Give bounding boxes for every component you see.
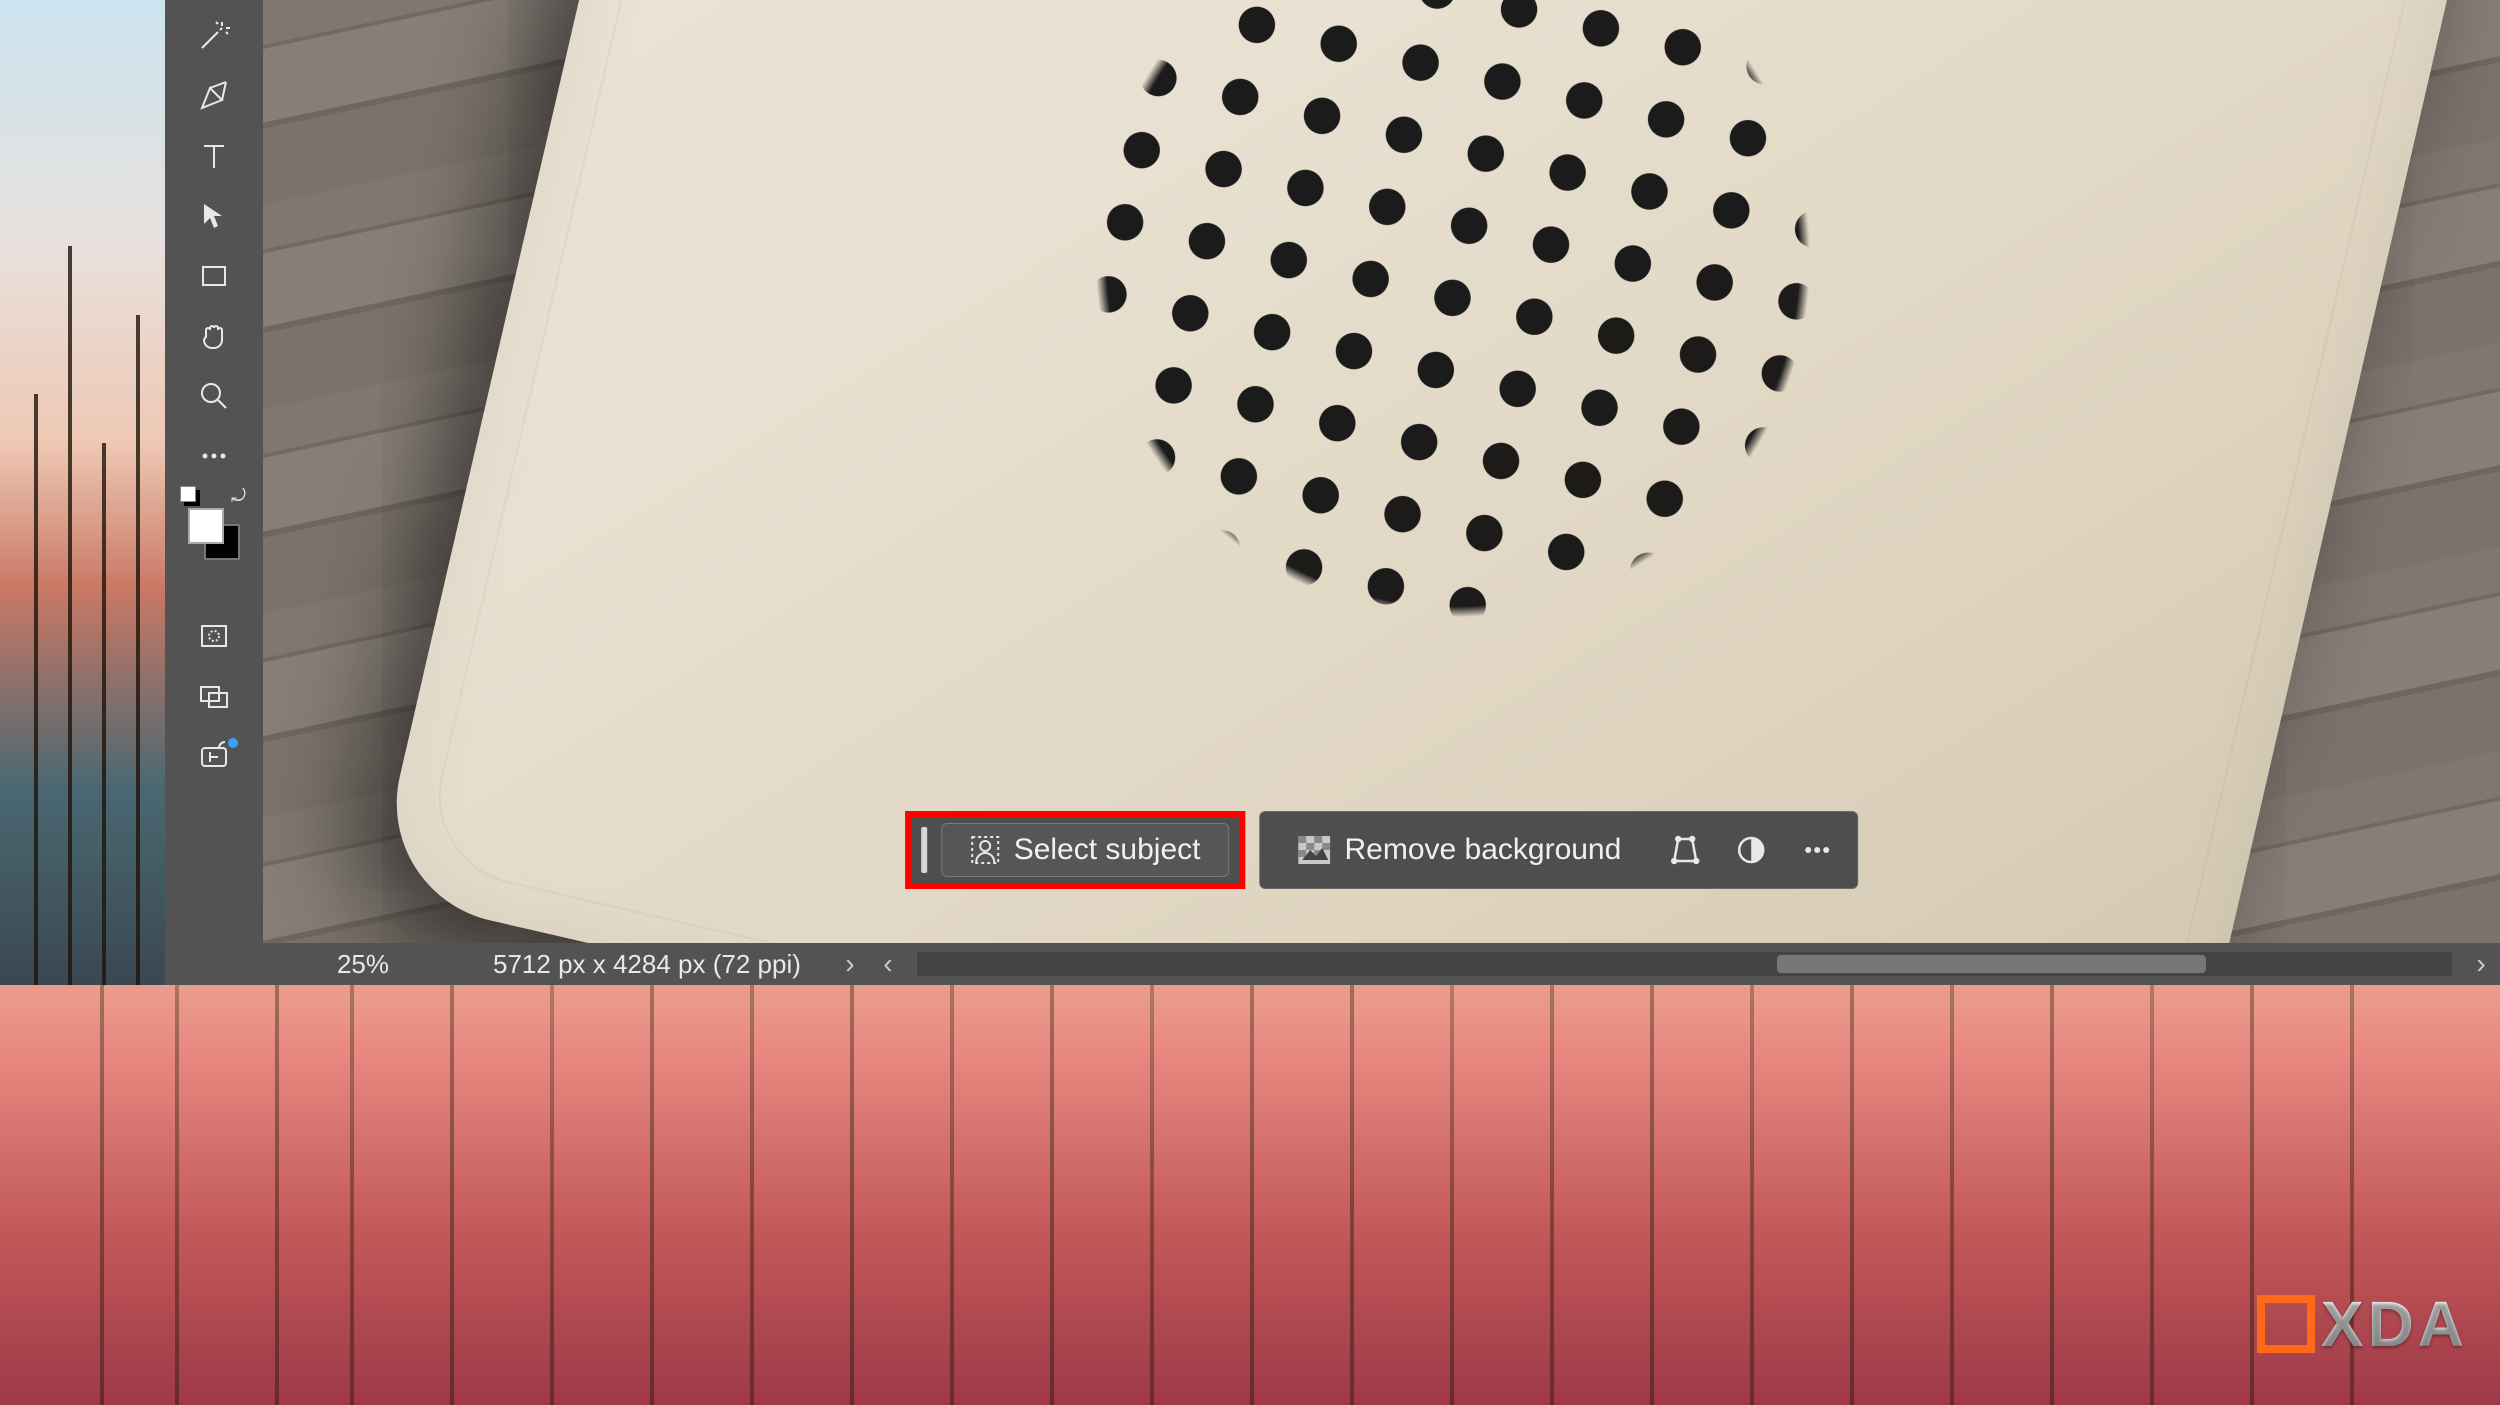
- color-swatch[interactable]: ⤾: [184, 504, 244, 564]
- notification-dot-icon: [228, 738, 238, 748]
- zoom-level[interactable]: 25%: [263, 949, 463, 980]
- quick-mask-tool[interactable]: [184, 614, 244, 658]
- edit-toolbar-button[interactable]: [184, 434, 244, 478]
- watermark: XDA: [2257, 1287, 2468, 1361]
- adjustment-button[interactable]: [1721, 820, 1781, 880]
- document-dimensions[interactable]: 5712 px x 4284 px (72 ppi): [463, 949, 831, 980]
- type-tool[interactable]: [184, 134, 244, 178]
- more-options-button[interactable]: [1787, 820, 1847, 880]
- select-subject-highlight: Select subject: [905, 811, 1246, 889]
- magic-wand-tool[interactable]: [184, 14, 244, 58]
- photo-subject: [373, 0, 2500, 943]
- status-bar: 25% 5712 px x 4284 px (72 ppi) › ‹ ›: [263, 943, 2500, 985]
- rectangle-tool[interactable]: [184, 254, 244, 298]
- canvas-area: Select subject Remove background: [263, 0, 2500, 985]
- screen-mode-tool[interactable]: [184, 674, 244, 718]
- select-subject-label: Select subject: [1014, 833, 1201, 867]
- hand-tool[interactable]: [184, 314, 244, 358]
- swap-colors-icon[interactable]: ⤾: [231, 486, 246, 507]
- desktop-wallpaper-left-strip: [0, 0, 170, 985]
- path-selection-tool[interactable]: [184, 194, 244, 238]
- frame-io-tool[interactable]: [184, 734, 244, 778]
- watermark-text: XDA: [2321, 1287, 2468, 1361]
- remove-background-label: Remove background: [1344, 833, 1621, 867]
- scroll-chevron-right-icon[interactable]: ›: [2462, 948, 2500, 980]
- remove-background-button[interactable]: Remove background: [1270, 833, 1649, 867]
- pen-tool[interactable]: [184, 74, 244, 118]
- scroll-chevron-left-icon[interactable]: ‹: [869, 948, 907, 980]
- select-subject-button[interactable]: Select subject: [941, 823, 1230, 877]
- foreground-color-swatch[interactable]: [188, 508, 224, 544]
- contextual-task-bar: Select subject Remove background: [905, 811, 1859, 889]
- document-canvas[interactable]: Select subject Remove background: [263, 0, 2500, 943]
- tool-panel: ⤾: [165, 0, 263, 985]
- contextual-bar-right-group: Remove background: [1259, 811, 1858, 889]
- zoom-tool[interactable]: [184, 374, 244, 418]
- info-chevron-right-icon[interactable]: ›: [831, 948, 869, 980]
- default-colors-icon[interactable]: [180, 486, 196, 502]
- photoshop-window: ⤾: [165, 0, 2500, 985]
- transform-button[interactable]: [1655, 820, 1715, 880]
- h-scrollbar-thumb[interactable]: [1777, 955, 2207, 973]
- watermark-logo-icon: [2257, 1295, 2315, 1353]
- h-scrollbar-track[interactable]: [917, 952, 2452, 976]
- drag-handle-icon[interactable]: [921, 827, 927, 873]
